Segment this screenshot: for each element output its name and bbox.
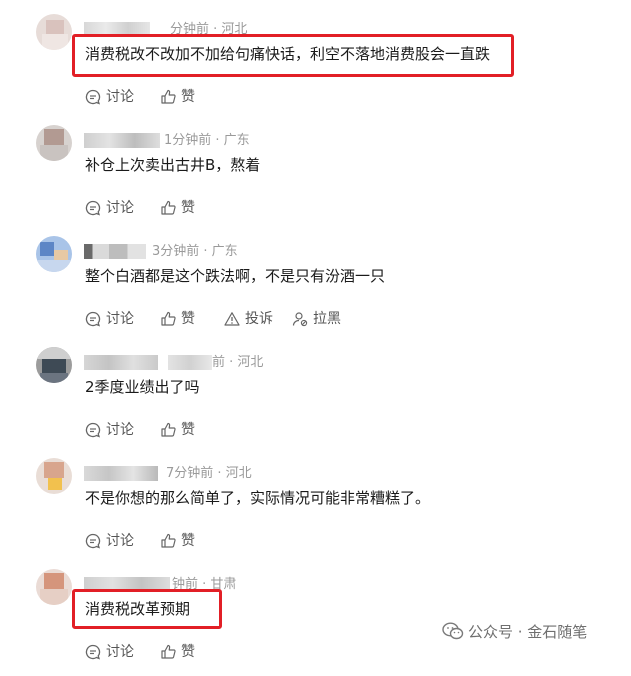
chat-bubble-icon <box>85 311 101 327</box>
avatar[interactable] <box>36 569 72 605</box>
avatar[interactable] <box>36 14 72 50</box>
watermark-text: 公众号 · 金石随笔 <box>468 622 588 641</box>
like-button[interactable]: 赞 <box>160 197 195 219</box>
username-blurred <box>84 355 158 370</box>
time-location: 3分钟前 · 广东 <box>152 244 238 259</box>
comment-text: 整个白酒都是这个跌法啊，不是只有汾酒一只 <box>85 267 386 285</box>
discuss-button[interactable]: 讨论 <box>85 86 134 108</box>
chat-bubble-icon <box>85 422 101 438</box>
avatar[interactable] <box>36 458 72 494</box>
block-button[interactable]: 拉黑 <box>292 308 341 330</box>
comment-text: 补仓上次卖出古井B，熬着 <box>85 156 261 174</box>
wechat-icon <box>442 622 464 640</box>
time-blurred <box>168 355 212 370</box>
avatar[interactable] <box>36 125 72 161</box>
time-location: 7分钟前 · 河北 <box>166 466 252 481</box>
thumbs-up-icon <box>161 89 176 104</box>
chat-bubble-icon <box>85 89 101 105</box>
chat-bubble-icon <box>85 644 101 660</box>
comment-item: 1分钟前 · 广东 补仓上次卖出古井B，熬着 讨论 赞 <box>0 121 631 232</box>
time-location: 1分钟前 · 广东 <box>164 133 250 148</box>
chat-bubble-icon <box>85 533 101 549</box>
thumbs-up-icon <box>161 533 176 548</box>
like-button[interactable]: 赞 <box>160 419 195 441</box>
comment-item: 分钟前 · 河北 消费税改不改加不加给句痛快话，利空不落地消费股会一直跌 讨论 … <box>0 10 631 121</box>
time-location: 前 · 河北 <box>212 355 264 370</box>
avatar[interactable] <box>36 347 72 383</box>
red-highlight-box <box>72 34 514 77</box>
thumbs-up-icon <box>161 200 176 215</box>
username-blurred <box>84 133 160 148</box>
comment-item: 7分钟前 · 河北 不是你想的那么简单了，实际情况可能非常糟糕了。 讨论 赞 <box>0 454 631 565</box>
thumbs-up-icon <box>161 422 176 437</box>
report-button[interactable]: 投诉 <box>224 308 273 330</box>
discuss-button[interactable]: 讨论 <box>85 197 134 219</box>
comment-text: 2季度业绩出了吗 <box>85 378 200 396</box>
comment-text: 不是你想的那么简单了，实际情况可能非常糟糕了。 <box>85 489 431 507</box>
discuss-button[interactable]: 讨论 <box>85 530 134 552</box>
avatar[interactable] <box>36 236 72 272</box>
like-button[interactable]: 赞 <box>160 308 195 330</box>
red-highlight-box <box>72 589 222 629</box>
username-blurred <box>84 466 158 481</box>
like-button[interactable]: 赞 <box>160 641 195 663</box>
user-block-icon <box>292 312 308 327</box>
discuss-button[interactable]: 讨论 <box>85 419 134 441</box>
like-button[interactable]: 赞 <box>160 530 195 552</box>
thumbs-up-icon <box>161 311 176 326</box>
username-blurred <box>84 244 146 259</box>
comment-item: 前 · 河北 2季度业绩出了吗 讨论 赞 <box>0 343 631 454</box>
thumbs-up-icon <box>161 644 176 659</box>
discuss-button[interactable]: 讨论 <box>85 308 134 330</box>
wechat-watermark: 公众号 · 金石随笔 <box>442 620 587 642</box>
comment-item: 3分钟前 · 广东 整个白酒都是这个跌法啊，不是只有汾酒一只 讨论 赞 投诉 拉… <box>0 232 631 343</box>
discuss-button[interactable]: 讨论 <box>85 641 134 663</box>
chat-bubble-icon <box>85 200 101 216</box>
warning-icon <box>224 312 240 326</box>
like-button[interactable]: 赞 <box>160 86 195 108</box>
